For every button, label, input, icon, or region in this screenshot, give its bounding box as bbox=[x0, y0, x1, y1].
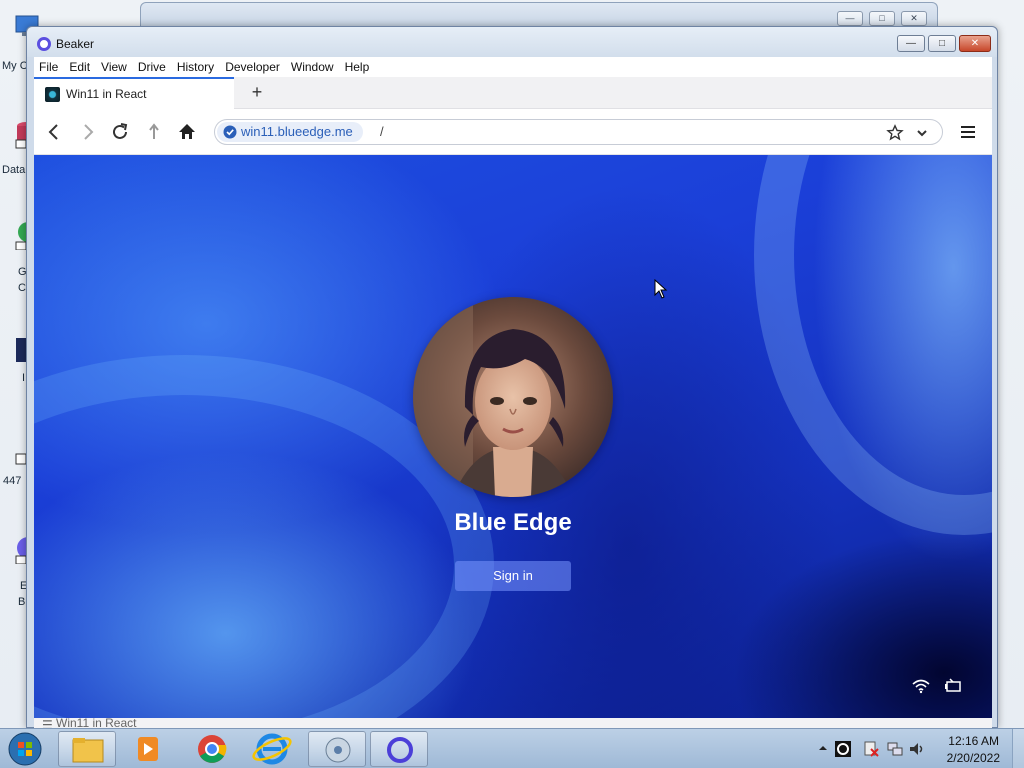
up-icon[interactable] bbox=[143, 121, 165, 143]
favicon-icon bbox=[45, 86, 60, 102]
maximize-button[interactable]: □ bbox=[928, 35, 956, 52]
window-title: Beaker bbox=[56, 37, 95, 51]
wallpaper-swoosh bbox=[754, 155, 992, 535]
url-bar[interactable]: win11.blueedge.me / bbox=[214, 119, 943, 145]
browser-window: Beaker — □ ✕ File Edit View Drive Histor… bbox=[26, 26, 998, 729]
mouse-cursor-icon bbox=[654, 279, 668, 299]
menu-history[interactable]: History bbox=[177, 60, 214, 74]
minimize-button[interactable]: — bbox=[837, 11, 863, 26]
reload-icon[interactable] bbox=[109, 121, 131, 143]
desktop-icon-label: Data bbox=[2, 164, 26, 176]
clock-time[interactable]: 12:16 AM bbox=[948, 734, 999, 748]
taskbar-media-player[interactable] bbox=[118, 731, 176, 767]
chrome-icon bbox=[198, 735, 227, 763]
network-icon[interactable] bbox=[886, 740, 904, 758]
url-host: win11.blueedge.me bbox=[241, 124, 353, 139]
user-name: Blue Edge bbox=[454, 509, 572, 536]
tab-title: Win11 in React bbox=[66, 87, 147, 101]
clock-date[interactable]: 2/20/2022 bbox=[947, 751, 1000, 765]
taskbar-chrome[interactable] bbox=[183, 731, 241, 767]
page-viewport: Blue Edge Sign in bbox=[34, 155, 992, 718]
sign-in-button[interactable]: Sign in bbox=[455, 561, 571, 591]
tab-win11-in-react[interactable]: Win11 in React bbox=[34, 77, 234, 109]
lockscreen-status-icons bbox=[912, 678, 962, 694]
desktop-icon-label: 447 bbox=[3, 475, 22, 487]
menu-developer[interactable]: Developer bbox=[225, 60, 280, 74]
show-desktop-button[interactable] bbox=[1012, 729, 1024, 768]
taskbar: 12:16 AM 2/20/2022 bbox=[0, 728, 1024, 768]
hamburger-menu-icon[interactable] bbox=[958, 122, 978, 142]
tab-strip: Win11 in React + bbox=[34, 77, 992, 109]
menu-bar: File Edit View Drive History Developer W… bbox=[34, 57, 992, 77]
beaker-logo-icon bbox=[37, 37, 51, 51]
home-icon[interactable] bbox=[176, 121, 198, 143]
minimize-button[interactable]: — bbox=[897, 35, 925, 52]
show-hidden-icons-icon[interactable] bbox=[818, 743, 828, 753]
tray-app-icon[interactable] bbox=[834, 740, 852, 758]
taskbar-internet-explorer[interactable] bbox=[243, 731, 301, 767]
desktop-icon-label: My C bbox=[2, 60, 28, 72]
navigation-bar: win11.blueedge.me / bbox=[34, 109, 992, 155]
media-center-icon bbox=[325, 737, 351, 763]
star-icon[interactable] bbox=[886, 124, 904, 142]
forward-icon[interactable] bbox=[77, 121, 99, 143]
wifi-icon[interactable] bbox=[912, 678, 930, 694]
browser-client: File Edit View Drive History Developer W… bbox=[34, 57, 992, 729]
user-avatar bbox=[413, 297, 613, 497]
taskbar-media-center[interactable] bbox=[308, 731, 366, 767]
battery-icon[interactable] bbox=[944, 678, 962, 694]
internet-explorer-icon bbox=[252, 733, 292, 765]
chevron-down-icon[interactable] bbox=[914, 125, 930, 141]
action-center-icon[interactable] bbox=[862, 740, 880, 758]
taskbar-beaker[interactable] bbox=[370, 731, 428, 767]
desktop-icon-label: B bbox=[18, 596, 26, 608]
menu-view[interactable]: View bbox=[101, 60, 127, 74]
media-player-icon bbox=[138, 737, 158, 761]
avatar-portrait-image bbox=[413, 297, 613, 497]
taskbar-explorer[interactable] bbox=[58, 731, 116, 767]
desktop-icon-label: I bbox=[22, 372, 26, 384]
menu-window[interactable]: Window bbox=[291, 60, 334, 74]
volume-icon[interactable] bbox=[908, 740, 926, 758]
back-icon[interactable] bbox=[43, 121, 65, 143]
beaker-icon bbox=[387, 737, 413, 763]
close-button[interactable]: ✕ bbox=[959, 35, 991, 52]
menu-edit[interactable]: Edit bbox=[69, 60, 90, 74]
start-button[interactable] bbox=[5, 730, 45, 768]
close-button[interactable]: ✕ bbox=[901, 11, 927, 26]
system-tray: 12:16 AM 2/20/2022 bbox=[814, 729, 1024, 768]
url-host-pill[interactable]: win11.blueedge.me bbox=[217, 122, 363, 142]
menu-drive[interactable]: Drive bbox=[138, 60, 166, 74]
maximize-button[interactable]: □ bbox=[869, 11, 895, 26]
background-window[interactable]: — □ ✕ bbox=[140, 2, 938, 26]
menu-file[interactable]: File bbox=[39, 60, 58, 74]
url-path[interactable]: / bbox=[380, 124, 384, 139]
title-bar[interactable]: Beaker — □ ✕ bbox=[27, 27, 997, 57]
secure-check-icon bbox=[223, 125, 237, 139]
desktop-icon-label: C bbox=[18, 282, 26, 294]
menu-help[interactable]: Help bbox=[345, 60, 370, 74]
new-tab-button[interactable]: + bbox=[246, 81, 268, 103]
folder-icon bbox=[72, 738, 104, 763]
